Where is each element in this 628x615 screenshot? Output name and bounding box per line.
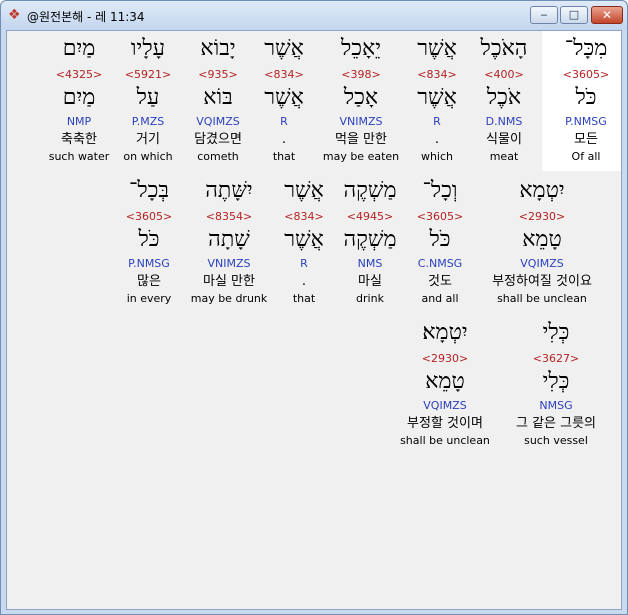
morphology-code: NMSG xyxy=(539,399,573,412)
strong-number[interactable]: <834> xyxy=(260,210,348,224)
strong-number[interactable]: <3627> xyxy=(512,352,600,366)
morphology-code: R xyxy=(433,115,441,128)
hebrew-word: מַיִם xyxy=(62,36,96,61)
hebrew-word: יִשָּׁתֶה xyxy=(205,178,253,203)
english-gloss: such vessel xyxy=(524,434,588,447)
english-gloss: such water xyxy=(48,150,110,163)
strong-number[interactable]: <2930> xyxy=(401,352,489,366)
hebrew-word: יִטְמָא׃ xyxy=(422,320,468,345)
korean-gloss: 부정할 것이며 xyxy=(407,416,483,431)
hebrew-root: מַיִם xyxy=(62,85,96,110)
hebrew-word: כְּלִי xyxy=(542,320,570,345)
app-window: ❖ @원전본해 - 레 11:34 ‒ □ ✕ מִכָּל־ <3605> כ… xyxy=(0,0,628,615)
hebrew-word: אֲשֶׁר xyxy=(284,178,324,203)
korean-gloss: 그 같은 그릇의 xyxy=(515,416,597,431)
hebrew-root: כֹּל xyxy=(138,227,160,252)
word-block[interactable]: בְּכָל־ <3605> כֹּל P.NMSG 많은 in every xyxy=(105,173,193,313)
hebrew-word: יֵאָכֵל xyxy=(340,36,381,61)
korean-gloss: 축축한 xyxy=(61,132,97,147)
morphology-code: VQIMZS xyxy=(423,399,467,412)
window-title: @원전본해 - 레 11:34 xyxy=(27,10,145,24)
english-gloss: in every xyxy=(126,292,172,305)
word-block[interactable]: יִטְמָא <2930> טָמֵא VQIMZS 부정하여질 것이요 sh… xyxy=(492,173,592,313)
minimize-button[interactable]: ‒ xyxy=(530,6,558,24)
word-block[interactable]: יִטְמָא׃ <2930> טָמֵא VQIMZS 부정할 것이며 sha… xyxy=(400,315,490,455)
strong-number[interactable]: <4325> xyxy=(35,68,123,82)
hebrew-root: כֹּל xyxy=(575,85,597,110)
morphology-code: VQIMZS xyxy=(520,257,564,270)
strong-number[interactable]: <2930> xyxy=(498,210,586,224)
word-block[interactable]: מַיִם <4325> מַיִם NMP 축축한 such water xyxy=(35,31,123,171)
korean-gloss: 많은 xyxy=(137,274,161,289)
strong-number[interactable]: <398> xyxy=(317,68,405,82)
hebrew-word: מִכָּל־ xyxy=(564,36,608,61)
hebrew-word: יִטְמָא xyxy=(519,178,565,203)
morphology-code: VNIMZS xyxy=(339,115,383,128)
morphology-code: P.NMSG xyxy=(128,257,170,270)
strong-number[interactable]: <8354> xyxy=(185,210,273,224)
close-button[interactable]: ✕ xyxy=(591,6,623,24)
morphology-code: R xyxy=(300,257,308,270)
hebrew-root: שָׁתָה xyxy=(208,227,250,252)
hebrew-root: אֲשֶׁר xyxy=(417,85,457,110)
hebrew-word: אֲשֶׁר xyxy=(417,36,457,61)
interlinear-panel: מִכָּל־ <3605> כֹּל P.NMSG 모든 Of all הָא… xyxy=(6,30,622,610)
hebrew-root: טָמֵא xyxy=(425,369,465,394)
morphology-code: NMP xyxy=(66,115,92,128)
english-gloss: shall be unclean xyxy=(497,292,587,305)
hebrew-root: אָכַל xyxy=(343,85,379,110)
title-bar[interactable]: ❖ @원전본해 - 레 11:34 ‒ □ ✕ xyxy=(1,1,627,30)
english-gloss: shall be unclean xyxy=(400,434,490,447)
hebrew-word: בְּכָל־ xyxy=(128,178,170,203)
hebrew-root: אֲשֶׁר xyxy=(284,227,324,252)
word-block[interactable]: כְּלִי <3627> כְּלִי NMSG 그 같은 그릇의 such … xyxy=(512,315,600,455)
word-block[interactable]: מִכָּל־ <3605> כֹּל P.NMSG 모든 Of all xyxy=(542,31,621,171)
maximize-button[interactable]: □ xyxy=(560,6,588,24)
strong-number[interactable]: <834> xyxy=(393,68,481,82)
morphology-code: P.NMSG xyxy=(565,115,607,128)
hebrew-root: כְּלִי xyxy=(542,369,570,394)
hebrew-root: טָמֵא xyxy=(522,227,562,252)
strong-number[interactable]: <3605> xyxy=(105,210,193,224)
morphology-code: VNIMZS xyxy=(207,257,251,270)
strong-number[interactable]: <3605> xyxy=(542,68,621,82)
korean-gloss: 부정하여질 것이요 xyxy=(492,274,592,289)
app-icon: ❖ xyxy=(8,7,21,23)
